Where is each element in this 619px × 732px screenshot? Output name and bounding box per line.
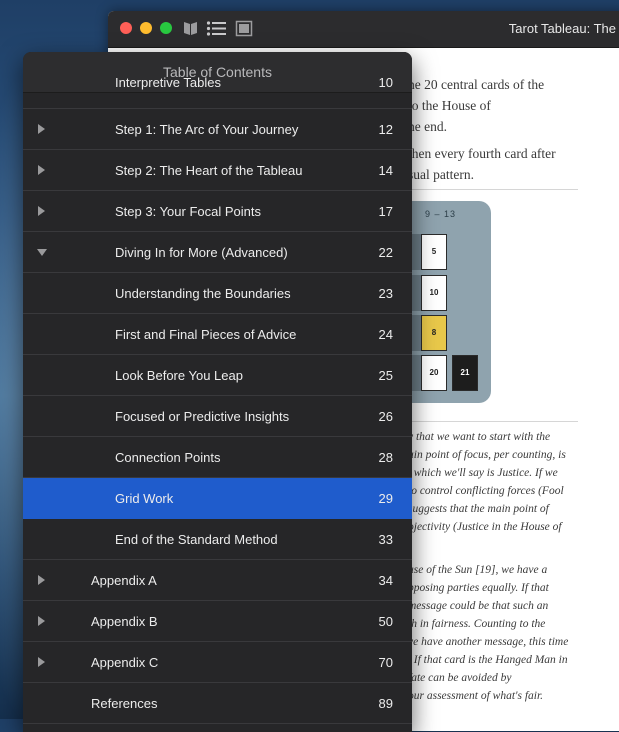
toc-item-grid-work[interactable]: Grid Work 29: [23, 478, 412, 519]
book-italic-line: suggests that the main point of: [408, 503, 549, 515]
toc-item-page: 12: [378, 122, 393, 137]
toc-item-page: 26: [378, 409, 393, 424]
toc-item-page: 10: [378, 75, 393, 90]
book-italic-line: y that we want to start with the: [408, 431, 551, 443]
close-window-button[interactable]: [120, 22, 132, 34]
toc-item-label: Look Before You Leap: [115, 368, 243, 383]
toc-item-label: References: [91, 696, 158, 711]
toc-item-page: 14: [378, 163, 393, 178]
toc-item-step-3[interactable]: Step 3: Your Focal Points 17: [23, 191, 412, 232]
toc-item-page: 25: [378, 368, 393, 383]
toc-item-label: End of the Standard Method: [115, 532, 278, 547]
toc-item-page: 50: [378, 614, 393, 629]
card: 5: [421, 234, 447, 270]
book-italic-line: th in fairness. Counting to the: [408, 618, 546, 630]
toc-item-interpretive-tables[interactable]: Interpretive Tables 10: [23, 75, 412, 109]
book-text-line: he end.: [408, 119, 447, 134]
book-italic-line: , which we'll say is Justice. If we: [408, 467, 558, 479]
book-italic-line: to control conflicting forces (Fool: [408, 485, 564, 497]
toc-item-label: Connection Points: [115, 450, 221, 465]
toc-item-appendix-c[interactable]: Appendix C 70: [23, 642, 412, 683]
book-text-line: sual pattern.: [408, 167, 474, 182]
toc-item-label: Step 1: The Arc of Your Journey: [115, 122, 299, 137]
toc-item-label: Interpretive Tables: [115, 75, 221, 90]
disclosure-triangle-icon[interactable]: [38, 165, 45, 175]
book-italic-line: fate can be avoided by: [408, 672, 512, 684]
grid-label: 9 – 13: [425, 209, 457, 219]
book-italic-line: ojectivity (Justice in the House of: [408, 521, 562, 533]
disclosure-triangle-icon[interactable]: [38, 657, 45, 667]
toc-item-page: 17: [378, 204, 393, 219]
toc-item-label: Step 2: The Heart of the Tableau: [115, 163, 303, 178]
book-italic-line: . If that card is the Hanged Man in: [408, 654, 568, 666]
view-mode-icon[interactable]: [235, 20, 253, 37]
toc-item-page: 89: [378, 696, 393, 711]
toc-item-step-1[interactable]: Step 1: The Arc of Your Journey 12: [23, 109, 412, 150]
toc-item-page: 29: [378, 491, 393, 506]
toc-item-page: 28: [378, 450, 393, 465]
zoom-window-button[interactable]: [160, 22, 172, 34]
book-text-line: then every fourth card after: [408, 146, 556, 161]
disclosure-triangle-icon[interactable]: [38, 616, 45, 626]
toc-item-insights[interactable]: Focused or Predictive Insights 26: [23, 396, 412, 437]
divider: [408, 421, 578, 422]
disclosure-triangle-icon[interactable]: [38, 206, 45, 216]
book-text-line: to the House of: [408, 98, 491, 113]
disclosure-triangle-icon[interactable]: [38, 575, 45, 585]
toc-list: Interpretive Tables 10 Step 1: The Arc o…: [23, 75, 412, 724]
toc-item-step-2[interactable]: Step 2: The Heart of the Tableau 14: [23, 150, 412, 191]
book-italic-line: pposing parties equally. If that: [408, 582, 549, 594]
toc-item-page: 70: [378, 655, 393, 670]
disclosure-triangle-icon[interactable]: [38, 124, 45, 134]
divider: [408, 189, 578, 190]
book-italic-line: message could be that such an: [408, 600, 549, 612]
toc-item-label: Appendix C: [91, 655, 159, 670]
book-italic-line: use of the Sun [19], we have a: [408, 564, 548, 576]
toc-item-page: 22: [378, 245, 393, 260]
toc-item-label: Diving In for More (Advanced): [115, 245, 288, 260]
card-highlighted: 8: [421, 315, 447, 351]
disclosure-triangle-expanded-icon[interactable]: [37, 249, 47, 256]
toc-item-appendix-a[interactable]: Appendix A 34: [23, 560, 412, 601]
minimize-window-button[interactable]: [140, 22, 152, 34]
toc-item-page: 33: [378, 532, 393, 547]
toc-item-page: 34: [378, 573, 393, 588]
card: 20: [421, 355, 447, 391]
toc-item-label: Appendix B: [91, 614, 158, 629]
book-italic-line: ain point of focus, per counting, is: [408, 449, 566, 461]
window-titlebar: Tarot Tableau: The: [108, 11, 619, 48]
card: 10: [421, 275, 447, 311]
toc-item-label: Step 3: Your Focal Points: [115, 204, 261, 219]
toc-item-end-standard-method[interactable]: End of the Standard Method 33: [23, 519, 412, 560]
toc-item-advice[interactable]: First and Final Pieces of Advice 24: [23, 314, 412, 355]
toc-item-label: Grid Work: [115, 491, 174, 506]
toc-item-boundaries[interactable]: Understanding the Boundaries 23: [23, 273, 412, 314]
book-text-line: he 20 central cards of the: [408, 77, 545, 92]
library-icon[interactable]: [182, 20, 200, 37]
book-italic-line: ve have another message, this time: [408, 636, 569, 648]
toc-item-page: 24: [378, 327, 393, 342]
toc-item-label: Appendix A: [91, 573, 157, 588]
toc-item-connection-points[interactable]: Connection Points 28: [23, 437, 412, 478]
card-dark: 21: [452, 355, 478, 391]
toc-item-appendix-b[interactable]: Appendix B 50: [23, 601, 412, 642]
toc-item-label: Focused or Predictive Insights: [115, 409, 290, 424]
toc-item-label: Understanding the Boundaries: [115, 286, 291, 301]
toc-item-look-before-leap[interactable]: Look Before You Leap 25: [23, 355, 412, 396]
book-italic-line: our assessment of what's fair.: [408, 690, 544, 702]
toc-list-icon[interactable]: [206, 20, 227, 37]
window-title: Tarot Tableau: The: [508, 21, 616, 36]
table-of-contents-popover: Table of Contents Interpretive Tables 10…: [23, 52, 412, 732]
toc-item-diving-in[interactable]: Diving In for More (Advanced) 22: [23, 232, 412, 273]
toc-item-page: 23: [378, 286, 393, 301]
toc-item-label: First and Final Pieces of Advice: [115, 327, 297, 342]
toc-item-references[interactable]: References 89: [23, 683, 412, 724]
